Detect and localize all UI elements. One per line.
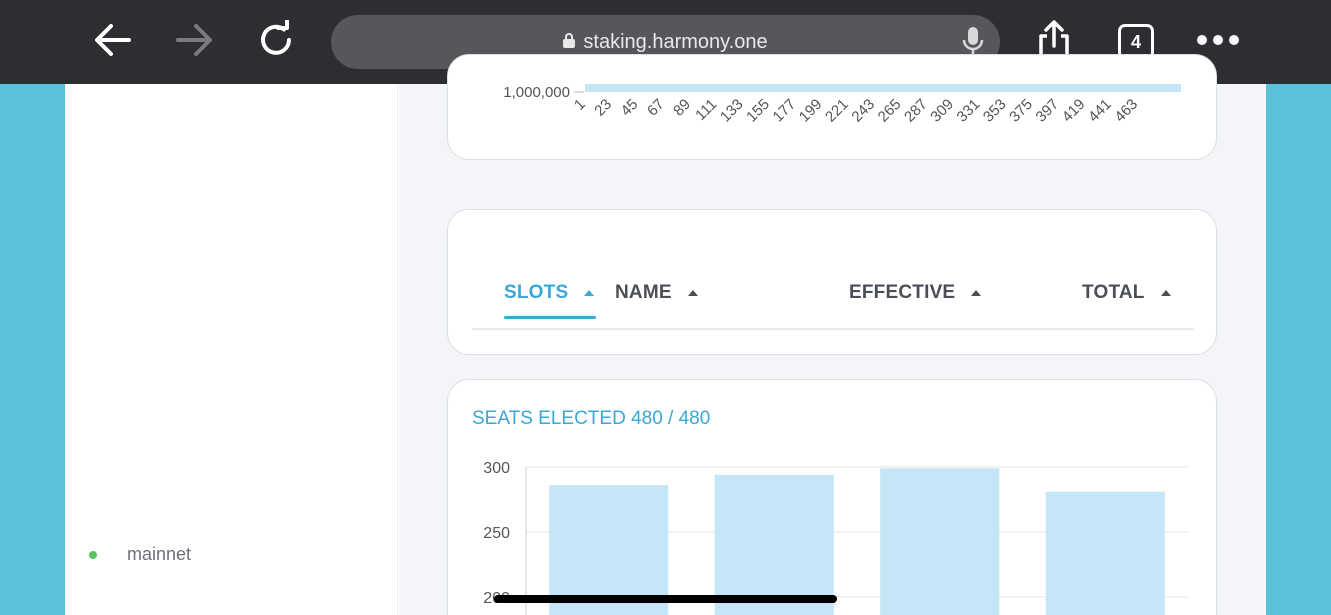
seats-bar[interactable] — [714, 474, 834, 615]
x-tick-label: 133 — [717, 96, 747, 126]
x-tick-label: 221 — [822, 96, 852, 126]
column-total[interactable]: TOTAL — [1082, 282, 1171, 304]
x-tick-label: 243 — [848, 96, 878, 126]
reload-icon[interactable] — [254, 18, 298, 62]
x-tick-label: 23 — [591, 96, 615, 120]
x-tick-label: 111 — [692, 96, 720, 124]
stake-bars — [585, 84, 1181, 92]
sort-arrow-icon — [584, 290, 595, 296]
network-status-dot — [89, 550, 97, 559]
home-indicator — [494, 595, 837, 603]
x-tick-label: 199 — [796, 96, 826, 126]
column-name-label: NAME — [615, 282, 672, 303]
x-tick-label: 397 — [1033, 96, 1063, 126]
column-name[interactable]: NAME — [615, 282, 698, 304]
x-tick-label: 309 — [927, 96, 957, 126]
validators-table-card: SLOTS NAME EFFECTIVE TOTAL — [447, 209, 1217, 355]
sidebar: mainnet — [65, 84, 398, 615]
y-tick-label: 250 — [483, 525, 510, 542]
column-slots-label: SLOTS — [504, 282, 569, 303]
column-total-label: TOTAL — [1082, 282, 1145, 303]
seats-elected-card: SEATS ELECTED 480 / 480 300250200 — [447, 379, 1217, 615]
forward-arrow-icon[interactable] — [172, 18, 216, 62]
seats-bar[interactable] — [880, 468, 1000, 615]
x-tick-label: 45 — [618, 96, 642, 120]
column-effective-label: EFFECTIVE — [849, 282, 956, 303]
x-tick-label: 441 — [1085, 96, 1115, 126]
x-tick-label: 287 — [901, 96, 931, 126]
x-tick-label: 177 — [770, 96, 800, 126]
x-tick-label: 463 — [1111, 96, 1141, 126]
back-arrow-icon[interactable] — [91, 18, 135, 62]
sort-arrow-icon — [1160, 290, 1171, 296]
column-slots[interactable]: SLOTS — [504, 282, 595, 304]
sort-arrow-icon — [687, 290, 698, 296]
x-tick-label: 375 — [1006, 96, 1036, 126]
column-effective[interactable]: EFFECTIVE — [849, 282, 982, 304]
table-header: SLOTS NAME EFFECTIVE TOTAL — [472, 270, 1194, 330]
stake-chart-card: 1,000,000 1 23 45 67 89 111 133 155 177 199 221 243… — [447, 54, 1217, 160]
x-axis-labels: 1 23 45 67 891111331551771992212432652873093… — [571, 96, 1141, 126]
y-tick-label: 300 — [483, 460, 510, 477]
active-sort-underline — [504, 316, 596, 319]
x-tick-label: 1 — [571, 96, 589, 114]
x-tick-label: 419 — [1059, 96, 1089, 126]
stake-chart: 1,000,000 1 23 45 67 89111133155177199221243… — [503, 84, 1181, 126]
network-indicator[interactable]: mainnet — [89, 544, 191, 565]
y-tick-label: 1,000,000 — [503, 84, 570, 101]
x-tick-label: 265 — [875, 96, 905, 126]
x-tick-label: 155 — [743, 96, 773, 126]
network-label: mainnet — [127, 544, 192, 564]
lock-icon — [563, 31, 576, 54]
url-text: staking.harmony.one — [583, 31, 768, 53]
seats-chart: 300250200 — [483, 460, 1188, 615]
x-tick-label: 67 — [644, 96, 668, 120]
main-content: 1,000,000 1 23 45 67 89 111 133 155 177 199 221 243… — [399, 54, 1266, 615]
x-tick-label: 331 — [954, 96, 984, 126]
x-tick-label: 89 — [670, 96, 694, 120]
sort-arrow-icon — [971, 290, 982, 296]
seats-bar[interactable] — [1045, 491, 1165, 615]
page: mainnet 1,000,000 1 23 45 67 89 111 133 155 177 1… — [65, 54, 1266, 615]
x-tick-label: 353 — [980, 96, 1010, 126]
